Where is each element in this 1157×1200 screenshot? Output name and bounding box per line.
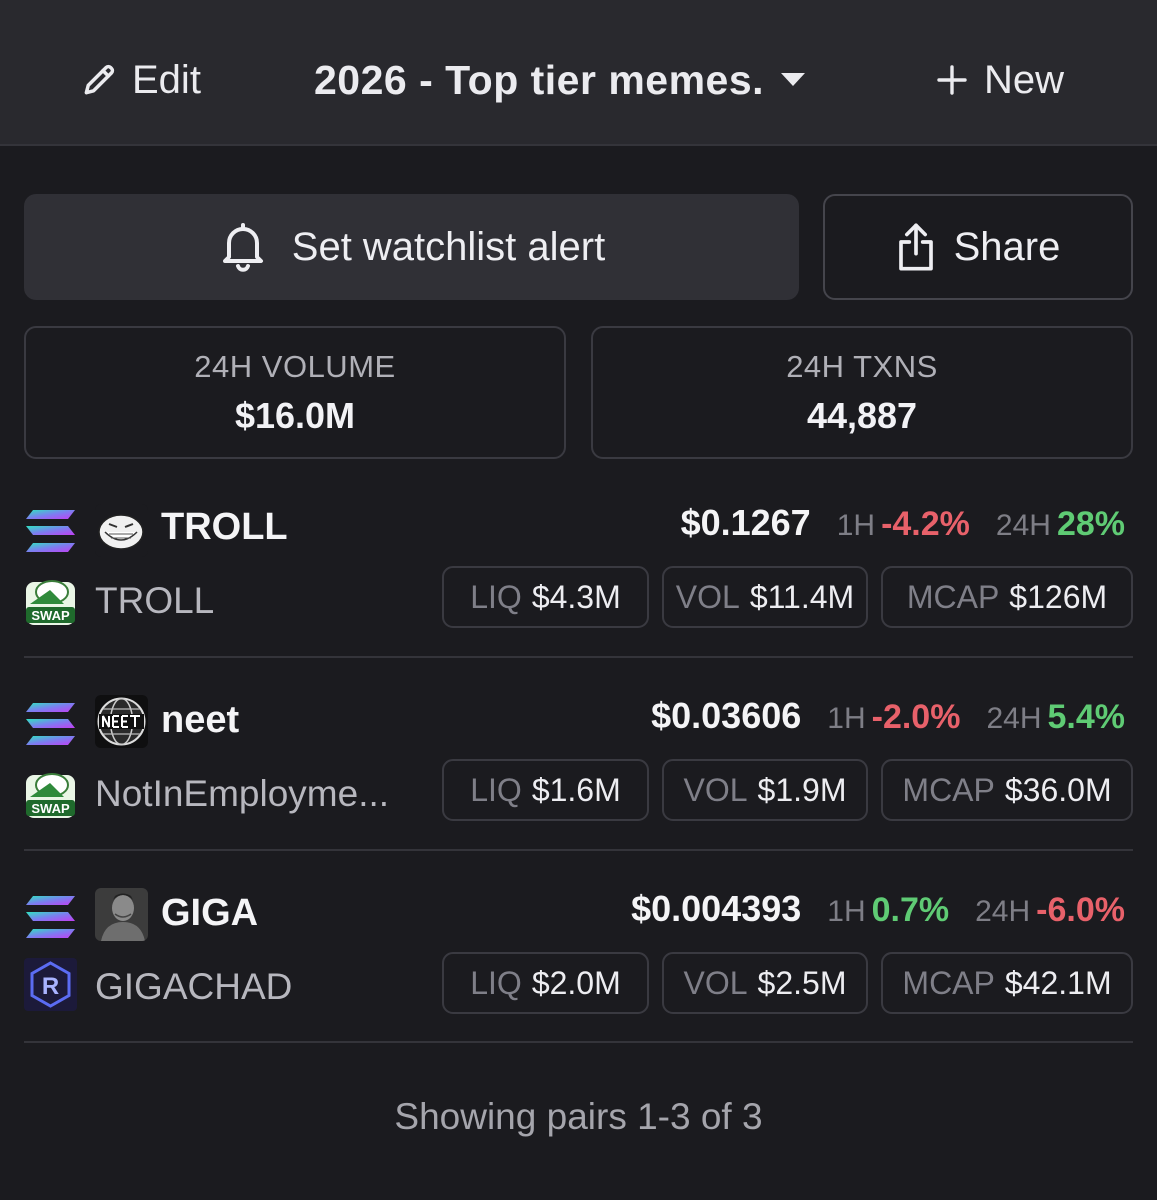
token-symbol: TROLL (161, 506, 288, 548)
liquidity-pill: LIQ $1.6M (442, 759, 649, 821)
token-name: TROLL (95, 580, 215, 621)
liq-value: $4.3M (531, 578, 621, 615)
caret-down-icon (781, 73, 806, 86)
bell-icon (222, 223, 263, 272)
watchlist-title: 2026 - Top tier memes. (314, 56, 765, 103)
solana-chain-icon (26, 703, 75, 745)
mcap-label: MCAP (906, 578, 1000, 615)
volume-value: $16.0M (234, 394, 356, 436)
volume-label: 24H VOLUME (194, 348, 396, 384)
liquidity-pill: LIQ $4.3M (442, 566, 649, 628)
change-24h-label: 24H (975, 895, 1031, 928)
token-name: GIGACHAD (95, 966, 293, 1007)
mcap-label: MCAP (902, 964, 995, 1001)
mcap-value: $126M (1009, 578, 1108, 615)
token-price: $0.004393 (631, 888, 802, 929)
change-1h-label: 1H (827, 895, 866, 928)
raydium-dex-icon: R (24, 958, 77, 1011)
vol-value: $1.9M (757, 771, 847, 808)
change-24h-label: 24H (995, 509, 1051, 542)
mcap-pill: MCAP $42.1M (881, 952, 1133, 1014)
row-divider (24, 849, 1133, 851)
volume-pill: VOL $1.9M (662, 759, 868, 821)
change-1h: 0.7% (871, 891, 950, 929)
price-line: $0.1267 1H -4.2% 24H 28% (681, 502, 1125, 544)
row-divider (24, 1041, 1133, 1043)
token-price: $0.1267 (680, 502, 811, 543)
solana-chain-icon (26, 896, 75, 938)
vol-value: $2.5M (757, 964, 847, 1001)
change-24h: 28% (1056, 505, 1125, 543)
row-divider (24, 656, 1133, 658)
txns-value: 44,887 (806, 394, 918, 436)
pagination-footer: Showing pairs 1-3 of 3 (394, 1096, 763, 1137)
gigachad-token-icon (95, 888, 148, 941)
txns-stat-card: 24H TXNS 44,887 (591, 326, 1133, 459)
pair-row[interactable]: neet $0.03606 1H -2.0% 24H 5.4% SWAP Not… (0, 683, 1157, 876)
share-label: Share (953, 224, 1061, 269)
mcap-value: $42.1M (1004, 964, 1112, 1001)
share-button[interactable]: Share (823, 194, 1133, 300)
solana-chain-icon (26, 510, 75, 552)
set-alert-button[interactable]: Set watchlist alert (24, 194, 799, 300)
change-1h-label: 1H (836, 509, 876, 542)
pencil-icon (84, 64, 115, 95)
volume-pill: VOL $2.5M (662, 952, 868, 1014)
change-1h: -4.2% (881, 505, 970, 543)
change-1h: -2.0% (871, 698, 961, 736)
vol-label: VOL (683, 771, 748, 808)
liquidity-pill: LIQ $2.0M (442, 952, 649, 1014)
change-1h-label: 1H (827, 702, 866, 735)
swap-dex-icon: SWAP (24, 767, 77, 820)
watchlist-selector[interactable]: 2026 - Top tier memes. (314, 52, 808, 108)
token-symbol: GIGA (161, 892, 259, 934)
dex-label: SWAP (31, 801, 70, 816)
change-24h: -6.0% (1036, 891, 1125, 929)
set-alert-label: Set watchlist alert (291, 224, 606, 269)
vol-value: $11.4M (749, 578, 855, 615)
liq-value: $2.0M (531, 964, 621, 1001)
change-24h-label: 24H (986, 702, 1042, 735)
price-line: $0.03606 1H -2.0% 24H 5.4% (651, 695, 1125, 737)
volume-stat-card: 24H VOLUME $16.0M (24, 326, 566, 459)
dex-label: SWAP (31, 608, 70, 623)
plus-icon (937, 65, 967, 95)
mcap-label: MCAP (902, 771, 995, 808)
liq-value: $1.6M (531, 771, 621, 808)
neet-globe-token-icon (95, 695, 148, 748)
liq-label: LIQ (470, 578, 522, 615)
price-line: $0.004393 1H 0.7% 24H -6.0% (631, 888, 1125, 930)
mcap-value: $36.0M (1004, 771, 1112, 808)
new-label: New (984, 57, 1065, 102)
mcap-pill: MCAP $36.0M (881, 759, 1133, 821)
volume-pill: VOL $11.4M (662, 566, 868, 628)
troll-face-token-icon (95, 504, 148, 557)
token-symbol: neet (161, 699, 240, 741)
pair-row[interactable]: TROLL $0.1267 1H -4.2% 24H 28% SWAP TROL… (0, 490, 1157, 683)
vol-label: VOL (683, 964, 748, 1001)
dex-label: R (42, 973, 59, 1000)
vol-label: VOL (675, 578, 740, 615)
top-bar: Edit 2026 - Top tier memes. New (0, 0, 1157, 146)
liq-label: LIQ (470, 964, 522, 1001)
edit-label: Edit (132, 57, 201, 102)
edit-button[interactable]: Edit (80, 52, 201, 108)
token-name: NotInEmployme... (95, 773, 390, 814)
token-price: $0.03606 (651, 695, 802, 736)
txns-label: 24H TXNS (786, 348, 938, 384)
change-24h: 5.4% (1047, 698, 1126, 736)
liq-label: LIQ (470, 771, 522, 808)
mcap-pill: MCAP $126M (881, 566, 1133, 628)
swap-dex-icon: SWAP (24, 574, 77, 627)
new-watchlist-button[interactable]: New (936, 52, 1064, 108)
share-icon (898, 223, 933, 271)
